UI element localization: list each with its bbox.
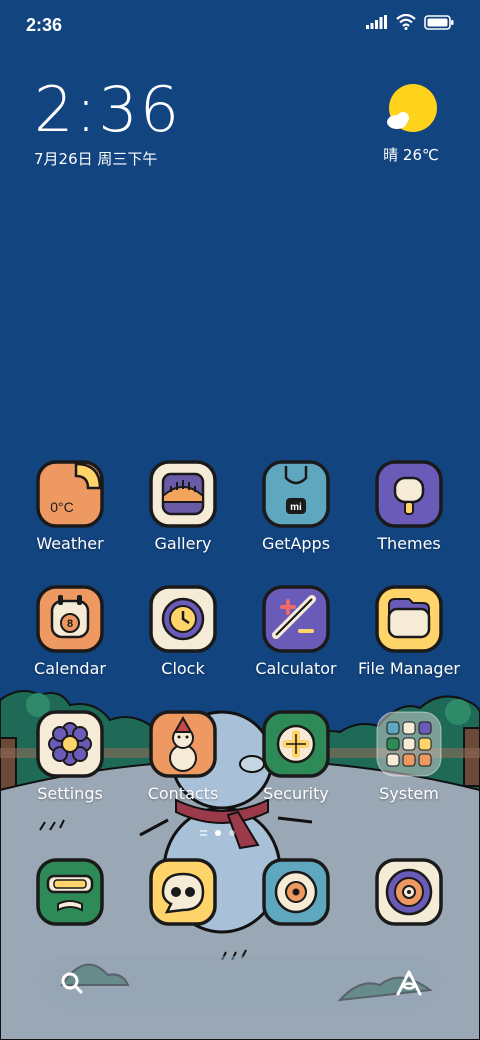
calculator-icon bbox=[262, 585, 330, 653]
app-system-folder[interactable]: System bbox=[354, 710, 464, 803]
security-icon bbox=[262, 710, 330, 778]
dock-app-browser[interactable] bbox=[15, 858, 125, 926]
app-label: System bbox=[379, 784, 439, 803]
app-label: Calendar bbox=[34, 659, 106, 678]
widget-date: 7月26日 周三下午 bbox=[34, 150, 158, 168]
app-themes[interactable]: Themes bbox=[354, 460, 464, 553]
search-bar[interactable] bbox=[38, 956, 442, 1010]
status-time: 2:36 bbox=[26, 15, 63, 35]
camera-icon bbox=[262, 858, 330, 926]
weather-icon: 0°C bbox=[36, 460, 104, 528]
dock-app-camera[interactable] bbox=[241, 858, 351, 926]
app-label: Calculator bbox=[255, 659, 337, 678]
calendar-icon: 8 bbox=[36, 585, 104, 653]
app-settings[interactable]: Settings bbox=[15, 710, 125, 803]
weather-text: 晴 26℃ bbox=[383, 146, 439, 164]
messages-icon bbox=[149, 858, 217, 926]
search-icon[interactable] bbox=[60, 971, 84, 995]
app-weather[interactable]: 0°C Weather bbox=[15, 460, 125, 553]
clock-icon bbox=[149, 585, 217, 653]
gallery-icon bbox=[149, 460, 217, 528]
app-calculator[interactable]: Calculator bbox=[241, 585, 351, 678]
signal-icon bbox=[366, 15, 387, 29]
app-label: Security bbox=[263, 784, 329, 803]
app-label: Settings bbox=[37, 784, 103, 803]
app-security[interactable]: Security bbox=[241, 710, 351, 803]
app-contacts[interactable]: Contacts bbox=[128, 710, 238, 803]
app-label: Themes bbox=[377, 534, 441, 553]
dock-app-music[interactable] bbox=[354, 858, 464, 926]
folder-icon bbox=[376, 711, 442, 777]
page-dot-active[interactable] bbox=[215, 830, 221, 836]
wifi-icon bbox=[396, 14, 416, 30]
app-file-manager[interactable]: File Manager bbox=[354, 585, 464, 678]
battery-icon bbox=[424, 14, 454, 30]
status-bar: 2:36 bbox=[0, 0, 480, 50]
page-indicator[interactable] bbox=[200, 830, 235, 836]
file-manager-icon bbox=[375, 585, 443, 653]
getapps-icon: mi bbox=[262, 460, 330, 528]
sun-icon bbox=[387, 84, 437, 132]
settings-icon bbox=[36, 710, 104, 778]
app-getapps[interactable]: mi GetApps bbox=[241, 460, 351, 553]
weather-icon-text: 0°C bbox=[50, 499, 74, 515]
weather-widget[interactable]: 晴 26℃ bbox=[376, 82, 446, 165]
app-label: Clock bbox=[161, 659, 205, 678]
app-label: Gallery bbox=[154, 534, 212, 553]
calendar-icon-text: 8 bbox=[67, 618, 73, 630]
assistant-icon[interactable] bbox=[394, 968, 424, 998]
dock-app-messages[interactable] bbox=[128, 858, 238, 926]
page-indicator-minus-one[interactable] bbox=[200, 830, 207, 836]
status-icons bbox=[366, 14, 454, 30]
app-label: Contacts bbox=[147, 784, 219, 803]
app-label: File Manager bbox=[358, 659, 460, 678]
app-label: GetApps bbox=[261, 534, 331, 553]
contacts-icon bbox=[149, 710, 217, 778]
getapps-icon-text: mi bbox=[290, 502, 302, 513]
app-clock[interactable]: Clock bbox=[128, 585, 238, 678]
clock-widget[interactable]: 2:36 7月26日 周三下午 bbox=[34, 78, 181, 169]
app-label: Weather bbox=[36, 534, 104, 553]
page-dot[interactable] bbox=[229, 830, 235, 836]
themes-icon bbox=[375, 460, 443, 528]
app-gallery[interactable]: Gallery bbox=[128, 460, 238, 553]
music-icon bbox=[375, 858, 443, 926]
browser-icon bbox=[36, 858, 104, 926]
widget-time: 2:36 bbox=[34, 73, 182, 146]
app-calendar[interactable]: 8 Calendar bbox=[15, 585, 125, 678]
